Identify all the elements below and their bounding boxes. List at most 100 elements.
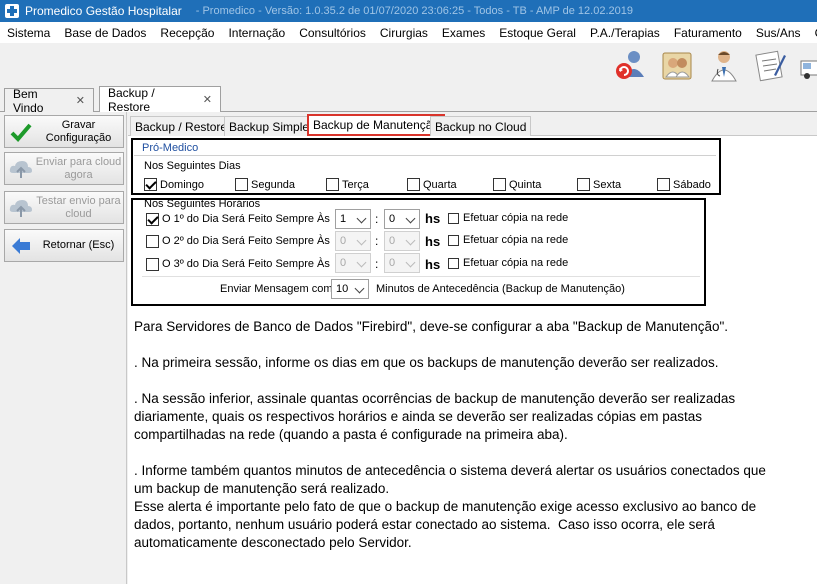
menu-pa-terapias[interactable]: P.A./Terapias <box>583 26 667 40</box>
chevron-down-icon <box>356 257 368 269</box>
window-title-extra: - Promedico - Versão: 1.0.35.2 de 01/07/… <box>195 5 633 17</box>
tab-backup-restore[interactable]: Backup / Restore ✕ <box>99 85 221 114</box>
prescription-icon[interactable] <box>752 47 788 83</box>
checkbox[interactable] <box>146 234 159 248</box>
checkbox[interactable] <box>144 178 157 191</box>
tab-backup-manutencao[interactable]: Backup de Manutenção <box>307 114 446 136</box>
doctor-icon[interactable] <box>706 47 742 83</box>
tab-bem-vindo[interactable]: Bem Vindo ✕ <box>4 86 94 115</box>
time-row-3[interactable]: O 3º do Dia Será Feito Sempre Às <box>146 254 330 274</box>
hs-label: hs <box>425 211 441 226</box>
checkbox[interactable] <box>407 178 420 191</box>
day-label: Quinta <box>509 178 542 191</box>
menu-estoque-geral[interactable]: Estoque Geral <box>492 26 583 40</box>
ambulance-icon[interactable] <box>797 47 817 83</box>
minutes-select[interactable]: 10 <box>331 279 369 299</box>
menu-faturamento[interactable]: Faturamento <box>667 26 749 40</box>
minute-select-1[interactable]: 0 <box>384 209 420 229</box>
day-domingo[interactable]: Domingo <box>144 178 204 191</box>
checkbox[interactable] <box>146 257 159 271</box>
network-copy-label: Efetuar cópia na rede <box>463 234 569 246</box>
menu-base-de-dados[interactable]: Base de Dados <box>57 26 153 40</box>
day-quarta[interactable]: Quarta <box>407 178 457 191</box>
menu-internacao[interactable]: Internação <box>221 26 292 40</box>
tab-label: Backup / Restore <box>108 85 155 114</box>
tab-label: Bem Vindo <box>13 86 44 115</box>
colon: : <box>375 212 379 226</box>
chevron-down-icon <box>405 235 417 247</box>
help-paragraph: . Na primeira sessão, informe os dias em… <box>134 355 719 370</box>
checkbox[interactable] <box>577 178 590 191</box>
network-copy-2[interactable]: Efetuar cópia na rede <box>448 234 568 246</box>
message-suffix: Minutos de Antecedência (Backup de Manut… <box>376 283 625 295</box>
time-row-2[interactable]: O 2º do Dia Será Feito Sempre Às <box>146 231 330 251</box>
tab-backup-simples[interactable]: Backup Simples <box>224 116 321 136</box>
chevron-down-icon <box>354 283 366 295</box>
menu-caixa[interactable]: Caixa <box>808 26 817 40</box>
return-button[interactable]: Retornar (Esc) <box>4 229 124 262</box>
menu-exames[interactable]: Exames <box>435 26 492 40</box>
cloud-upload-icon <box>8 156 34 182</box>
day-label: Quarta <box>423 178 457 191</box>
minute-value: 0 <box>389 235 396 247</box>
network-copy-label: Efetuar cópia na rede <box>463 212 569 224</box>
checkbox[interactable] <box>657 178 670 191</box>
hs-label: hs <box>425 257 441 272</box>
doctors-group-icon[interactable] <box>659 47 695 83</box>
menu-consultorios[interactable]: Consultórios <box>292 26 373 40</box>
menu-sistema[interactable]: Sistema <box>0 26 57 40</box>
day-sabado[interactable]: Sábado <box>657 178 711 191</box>
checkbox[interactable] <box>448 234 459 246</box>
app-cross-icon <box>5 4 19 18</box>
divider <box>142 276 700 277</box>
refresh-users-icon[interactable] <box>612 47 648 83</box>
chevron-down-icon <box>405 213 417 225</box>
checkbox[interactable] <box>493 178 506 191</box>
tab-backup-restore-inner[interactable]: Backup / Restore <box>130 116 233 136</box>
close-icon[interactable]: ✕ <box>203 93 212 106</box>
send-cloud-button[interactable]: Enviar para cloud agora <box>4 152 124 185</box>
day-quinta[interactable]: Quinta <box>493 178 541 191</box>
save-config-label: Gravar Configuração <box>45 118 112 144</box>
colon: : <box>375 234 379 248</box>
minute-value: 0 <box>389 213 396 225</box>
help-paragraph: . Informe também quantos minutos de ante… <box>134 463 766 550</box>
chevron-down-icon <box>356 235 368 247</box>
menu-recepcao[interactable]: Recepção <box>153 26 221 40</box>
back-arrow-icon <box>8 233 34 259</box>
checkbox[interactable] <box>326 178 339 191</box>
checkbox[interactable] <box>146 212 159 226</box>
day-label: Segunda <box>251 178 296 191</box>
minute-select-3[interactable]: 0 <box>384 253 420 273</box>
hour-select-2[interactable]: 0 <box>335 231 371 251</box>
close-icon[interactable]: ✕ <box>76 94 85 107</box>
day-segunda[interactable]: Segunda <box>235 178 295 191</box>
days-title: Nos Seguintes Dias <box>144 160 241 172</box>
menu-sus-ans[interactable]: Sus/Ans <box>749 26 808 40</box>
save-config-button[interactable]: Gravar Configuração <box>4 115 124 148</box>
test-cloud-label: Testar envio para cloud <box>36 194 121 220</box>
cloud-test-icon <box>8 195 34 221</box>
toolbar <box>0 43 817 86</box>
day-sexta[interactable]: Sexta <box>577 178 621 191</box>
day-terca[interactable]: Terça <box>326 178 369 191</box>
checkbox[interactable] <box>448 257 459 269</box>
network-copy-1[interactable]: Efetuar cópia na rede <box>448 212 568 224</box>
time-row-1[interactable]: O 1º do Dia Será Feito Sempre Às <box>146 209 330 229</box>
hour-select-3[interactable]: 0 <box>335 253 371 273</box>
chevron-down-icon <box>356 213 368 225</box>
network-copy-3[interactable]: Efetuar cópia na rede <box>448 257 568 269</box>
tab-backup-cloud[interactable]: Backup no Cloud <box>430 116 532 136</box>
checkbox[interactable] <box>235 178 248 191</box>
test-cloud-button[interactable]: Testar envio para cloud <box>4 191 124 224</box>
divider <box>134 155 716 156</box>
menu-cirurgias[interactable]: Cirurgias <box>373 26 435 40</box>
hour-select-1[interactable]: 1 <box>335 209 371 229</box>
hour-value: 1 <box>340 213 347 225</box>
document-tabs: Bem Vindo ✕ Backup / Restore ✕ <box>0 85 817 115</box>
hour-value: 0 <box>340 257 347 269</box>
checkbox[interactable] <box>448 212 459 224</box>
minute-select-2[interactable]: 0 <box>384 231 420 251</box>
